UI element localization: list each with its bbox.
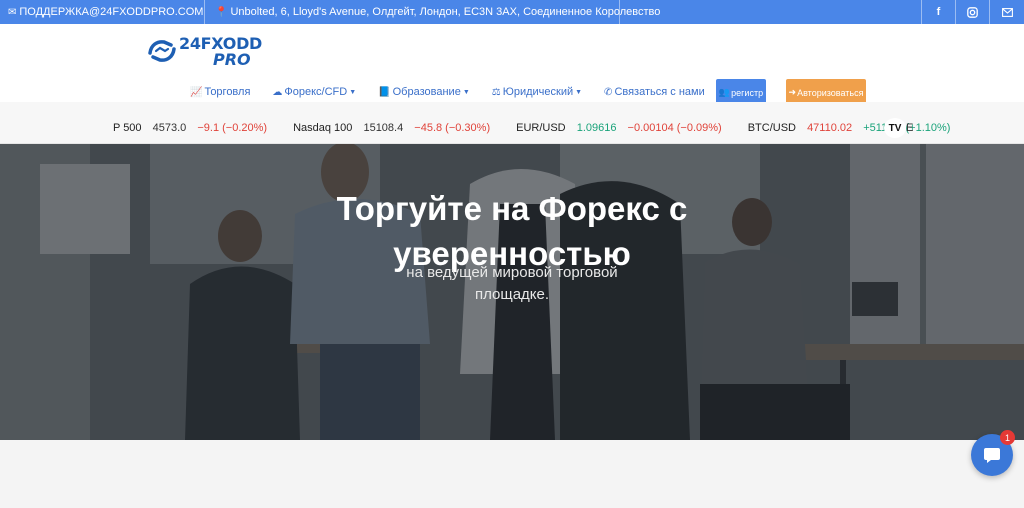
support-email[interactable]: ✉ ПОДДЕРЖКА@24FXODDPRO.COM xyxy=(0,0,205,24)
ticker-row: P 500 4573.0 −9.1 (−0.20%) Nasdaq 100 15… xyxy=(113,122,976,134)
tradingview-logo-text: TV xyxy=(888,122,902,134)
ticker-symbol: Nasdaq 100 xyxy=(293,122,353,134)
ticker-truncated-text: E xyxy=(906,122,914,134)
chart-icon: 📈 xyxy=(190,86,203,98)
main-nav: 📈 Торговля ☁ Форекс/CFD ▼ 📘 Образование … xyxy=(190,84,769,100)
chat-notification-badge: 1 xyxy=(1000,430,1015,445)
ticker-change: −45.8 (−0.30%) xyxy=(414,122,491,134)
nav-item-education[interactable]: 📘 Образование ▼ xyxy=(378,86,470,98)
nav-item-forex-cfd[interactable]: ☁ Форекс/CFD ▼ xyxy=(272,86,356,98)
ticker-item[interactable]: P 500 4573.0 −9.1 (−0.20%) xyxy=(113,122,267,134)
cloud-icon: ☁ xyxy=(272,86,283,98)
nav-item-forex-cfd-label: Форекс/CFD xyxy=(284,86,348,98)
ticker-price: 47110.02 xyxy=(807,122,853,134)
sign-in-icon: ➜ xyxy=(788,87,797,97)
ticker-symbol: P 500 xyxy=(113,122,142,134)
ticker-item[interactable]: EUR/USD 1.09616 −0.00104 (−0.09%) xyxy=(516,122,722,134)
chat-widget-button[interactable]: 1 xyxy=(971,430,1015,476)
nav-item-legal[interactable]: ⚖ Юридический ▼ xyxy=(492,86,582,98)
logo-text-secondary: PRO xyxy=(213,50,251,69)
support-email-text: ПОДДЕРЖКА@24FXODDPRO.COM xyxy=(19,6,204,18)
nav-item-education-label: Образование xyxy=(392,86,461,98)
market-ticker: P 500 4573.0 −9.1 (−0.20%) Nasdaq 100 15… xyxy=(0,102,1024,144)
phone-icon: ✆ xyxy=(604,86,613,98)
caret-down-icon: ▼ xyxy=(462,88,470,96)
facebook-link[interactable]: f xyxy=(922,0,956,24)
nav-item-contact-label: Связаться с нами xyxy=(614,86,705,98)
tradingview-logo-icon[interactable]: TV xyxy=(884,118,906,138)
ticker-item[interactable]: Nasdaq 100 15108.4 −45.8 (−0.30%) xyxy=(293,122,490,134)
ticker-change: −0.00104 (−0.09%) xyxy=(627,122,722,134)
caret-down-icon: ▼ xyxy=(575,88,583,96)
office-address: 📍 Unbolted, 6, Lloyd's Avenue, Олдгейт, … xyxy=(205,0,660,24)
login-button-label: Авторизоваться xyxy=(797,87,864,98)
nav-item-trading-label: Торговля xyxy=(204,86,251,98)
mail-link[interactable] xyxy=(990,0,1024,24)
page-content-area xyxy=(0,440,1024,508)
map-marker-icon: 📍 xyxy=(215,6,228,18)
mail-icon xyxy=(1001,7,1013,17)
ticker-symbol: BTC/USD xyxy=(747,122,796,134)
ticker-price: 15108.4 xyxy=(363,122,404,134)
instagram-icon xyxy=(967,6,978,18)
ticker-change: −9.1 (−0.20%) xyxy=(197,122,268,134)
user-plus-icon: 👥 xyxy=(718,87,731,97)
facebook-icon: f xyxy=(936,6,941,18)
handshake-logo-icon xyxy=(148,40,176,62)
office-address-text: Unbolted, 6, Lloyd's Avenue, Олдгейт, Ло… xyxy=(230,6,661,18)
ticker-price: 1.09616 xyxy=(576,122,617,134)
ticker-item[interactable]: BTC/USD 47110.02 +511.82 (+1.10%) xyxy=(748,122,951,134)
site-header: 24FXODD PRO 📈 Торговля ☁ Форекс/CFD ▼ 📘 … xyxy=(0,24,1024,106)
envelope-icon: ✉ xyxy=(8,6,17,18)
chat-bubble-icon xyxy=(984,448,1000,463)
register-button-label: регистр xyxy=(731,87,764,98)
hero-subtitle: на ведущей мировой торговой площадке. xyxy=(406,264,618,303)
nav-item-legal-label: Юридический xyxy=(502,86,574,98)
book-icon: 📘 xyxy=(378,86,391,98)
nav-item-contact[interactable]: ✆ Связаться с нами xyxy=(604,86,705,98)
ticker-symbol: EUR/USD xyxy=(516,122,566,134)
instagram-link[interactable] xyxy=(956,0,990,24)
hero-banner: Торгуйте на Форекс с уверенностью на вед… xyxy=(0,144,1024,440)
topbar-spacer xyxy=(620,0,922,24)
caret-down-icon: ▼ xyxy=(349,88,357,96)
gavel-icon: ⚖ xyxy=(491,86,501,98)
nav-item-trading[interactable]: 📈 Торговля xyxy=(190,86,250,98)
ticker-price: 4573.0 xyxy=(152,122,187,134)
logo[interactable]: 24FXODD PRO xyxy=(147,34,262,70)
top-bar: ✉ ПОДДЕРЖКА@24FXODDPRO.COM 📍 Unbolted, 6… xyxy=(0,0,1024,24)
